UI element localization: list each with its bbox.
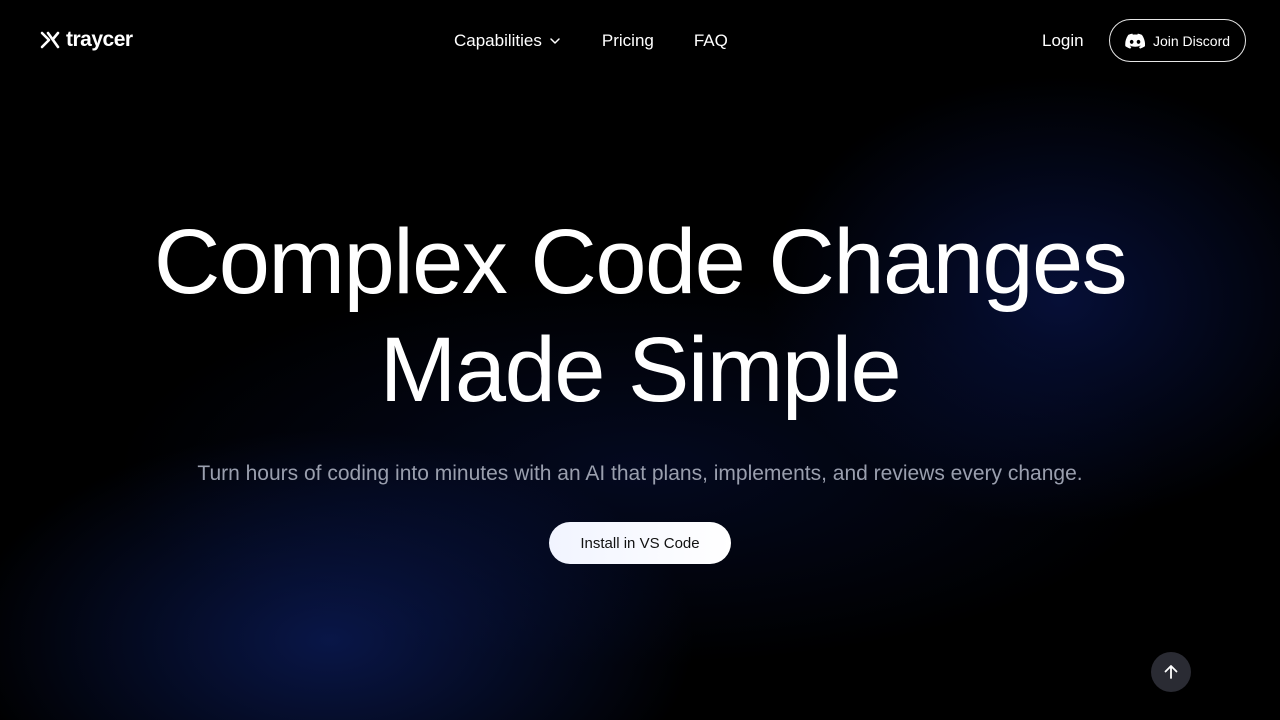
site-header: traycer Capabilities Pricing FAQ Login J… — [0, 0, 1280, 82]
arrow-up-icon — [1164, 665, 1178, 679]
nav-item-label: Capabilities — [454, 31, 542, 50]
landing-page: traycer Capabilities Pricing FAQ Login J… — [0, 0, 1280, 720]
discord-icon — [1125, 33, 1145, 49]
nav-item-faq[interactable]: FAQ — [694, 30, 728, 52]
hero-title-line-1: Complex Code Changes — [153, 211, 1128, 313]
hero-subtitle: Turn hours of coding into minutes with a… — [197, 462, 1083, 485]
login-link[interactable]: Login — [1042, 30, 1084, 52]
install-vscode-button[interactable]: Install in VS Code — [549, 522, 731, 564]
brand-logo-link[interactable]: traycer — [40, 28, 133, 52]
nav-item-label: FAQ — [693, 31, 728, 50]
nav-item-label: Pricing — [601, 31, 654, 50]
hero-title-line-2: Made Simple — [379, 319, 902, 421]
hero-title: Complex Code Changes Made Simple — [0, 208, 1280, 424]
nav-item-pricing[interactable]: Pricing — [602, 30, 654, 52]
nav-item-capabilities[interactable]: Capabilities — [454, 30, 562, 52]
join-discord-label: Join Discord — [1152, 32, 1231, 49]
traycer-logo-icon — [40, 31, 60, 49]
chevron-down-icon — [550, 38, 560, 44]
join-discord-button[interactable]: Join Discord — [1109, 19, 1246, 62]
main-nav: Capabilities Pricing FAQ — [454, 30, 728, 52]
brand-name: traycer — [66, 28, 133, 51]
scroll-to-top-button[interactable] — [1151, 652, 1191, 692]
